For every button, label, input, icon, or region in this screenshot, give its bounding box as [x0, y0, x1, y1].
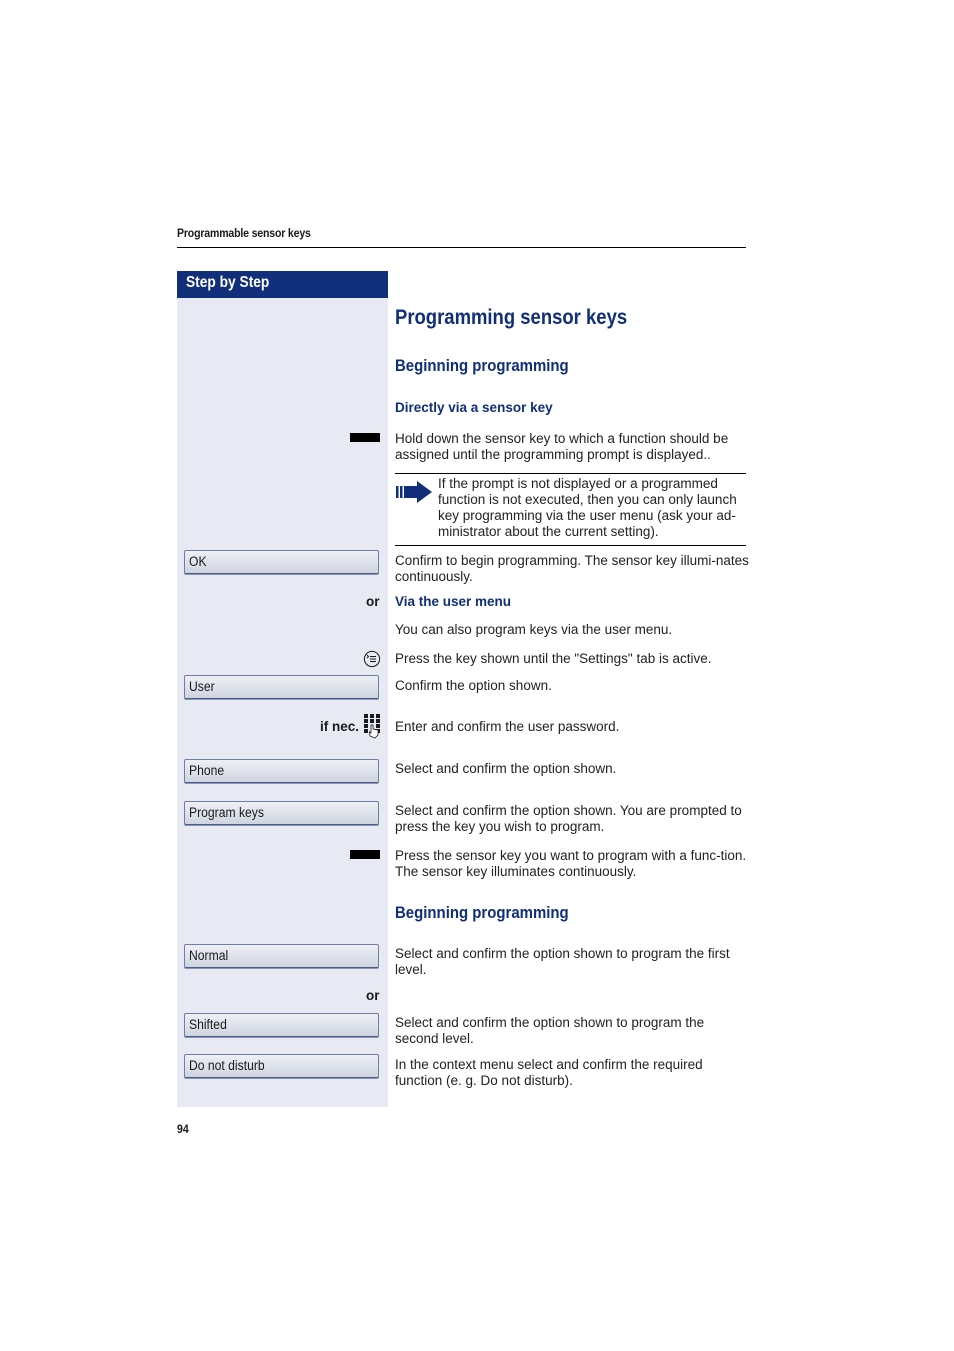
menu-key-icon	[363, 650, 381, 668]
ok-button-label: OK	[189, 554, 207, 569]
header-divider	[177, 247, 746, 248]
user-button[interactable]: User	[184, 675, 379, 699]
shifted-button[interactable]: Shifted	[184, 1013, 379, 1037]
or-label: or	[366, 594, 380, 609]
step-confirm-user: Confirm the option shown.	[395, 678, 552, 693]
step-sidebar	[177, 298, 388, 1107]
running-head: Programmable sensor keys	[177, 226, 311, 240]
note-top-rule	[395, 473, 746, 474]
subheading-via-user-menu: Via the user menu	[395, 594, 512, 609]
program-keys-button[interactable]: Program keys	[184, 801, 379, 825]
step-select-shifted: Select and confirm the option shown to p…	[395, 1015, 705, 1046]
sensor-key-icon	[350, 850, 380, 859]
step-by-step-label: Step by Step	[186, 274, 270, 291]
program-keys-button-label: Program keys	[189, 805, 264, 820]
do-not-disturb-button[interactable]: Do not disturb	[184, 1054, 379, 1078]
step-hold-key: Hold down the sensor key to which a func…	[395, 431, 729, 462]
phone-button-label: Phone	[189, 763, 225, 778]
step-select-phone: Select and confirm the option shown.	[395, 761, 617, 776]
keypad-icon	[363, 713, 381, 739]
subheading-directly: Directly via a sensor key	[395, 400, 553, 415]
step-by-step-header: Step by Step	[177, 271, 388, 298]
note-bottom-rule	[395, 545, 746, 546]
page-number: 94	[177, 1122, 189, 1136]
step-select-program-keys: Select and confirm the option shown. You…	[395, 803, 742, 834]
step-press-menu-key: Press the key shown until the "Settings"…	[395, 651, 712, 666]
or-label: or	[366, 988, 380, 1003]
normal-button[interactable]: Normal	[184, 944, 379, 968]
shifted-button-label: Shifted	[189, 1017, 227, 1032]
phone-button[interactable]: Phone	[184, 759, 379, 783]
step-confirm-ok: Confirm to begin programming. The sensor…	[395, 553, 749, 584]
step-also-program: You can also program keys via the user m…	[395, 622, 673, 637]
do-not-disturb-button-label: Do not disturb	[189, 1058, 265, 1073]
ok-button[interactable]: OK	[184, 550, 379, 574]
section-heading-beginning: Beginning programming	[395, 356, 569, 375]
section-heading-beginning-2: Beginning programming	[395, 903, 569, 922]
step-select-dnd: In the context menu select and confirm t…	[395, 1057, 703, 1088]
step-enter-password: Enter and confirm the user password.	[395, 719, 620, 734]
normal-button-label: Normal	[189, 948, 229, 963]
if-nec-label: if nec.	[320, 719, 360, 734]
step-select-normal: Select and confirm the option shown to p…	[395, 946, 730, 977]
user-button-label: User	[189, 679, 215, 694]
step-press-sensor: Press the sensor key you want to program…	[395, 848, 747, 879]
page-title: Programming sensor keys	[395, 306, 628, 329]
note-arrow-icon	[395, 479, 433, 505]
sensor-key-icon	[350, 433, 380, 442]
note-text: If the prompt is not displayed or a prog…	[438, 476, 737, 539]
